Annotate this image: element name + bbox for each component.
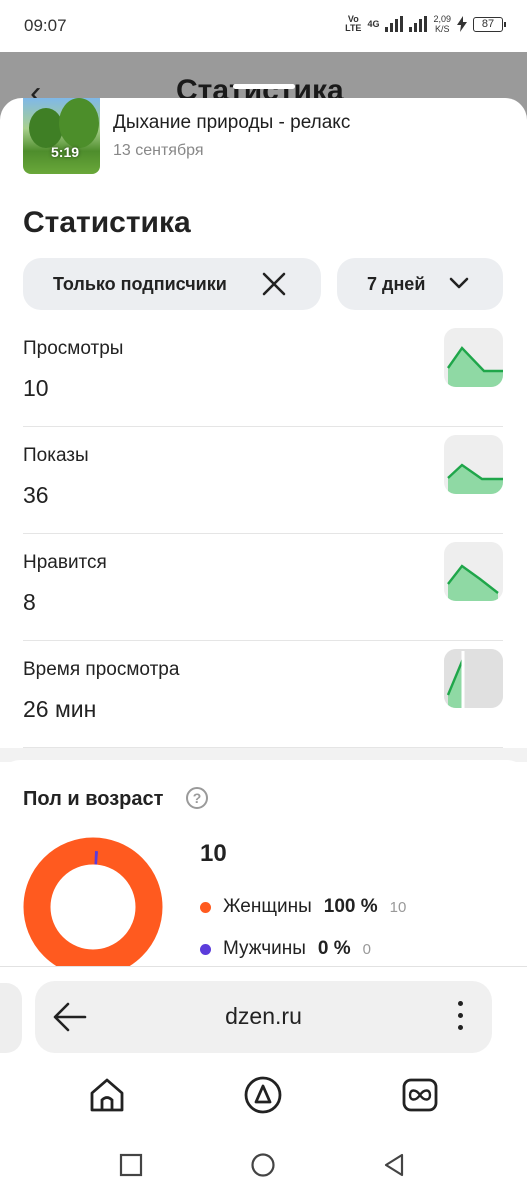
video-date: 13 сентября [113, 142, 204, 159]
statistics-title: Статистика [23, 206, 191, 239]
volte-indicator: Vo LTE [345, 14, 362, 33]
home-button-icon[interactable] [250, 1152, 276, 1178]
status-time: 09:07 [24, 16, 67, 35]
more-vertical-icon[interactable] [456, 1001, 464, 1033]
recent-apps-icon[interactable] [118, 1152, 144, 1178]
metric-impressions[interactable]: Показы 36 [23, 427, 503, 534]
video-info[interactable]: 5:19 Дыхание природы - релакс 13 сентябр… [23, 98, 350, 174]
impressions-sparkline-icon [444, 435, 503, 494]
address-bar[interactable]: dzen.ru [35, 981, 492, 1053]
alice-icon[interactable] [243, 1075, 283, 1115]
signal-icon [385, 16, 404, 32]
metric-label: Время просмотра [23, 659, 180, 680]
battery-icon: 87 [473, 16, 506, 32]
back-button-icon[interactable] [381, 1152, 407, 1178]
women-dot-icon [200, 901, 211, 913]
legend-men: Мужчины 0 % 0 [200, 938, 371, 960]
video-title: Дыхание природы - релакс [113, 112, 351, 133]
metric-likes[interactable]: Нравится 8 [23, 534, 503, 641]
gender-age-card: Пол и возраст ? 10 Женщины 100 % 10 Мужч… [0, 760, 527, 966]
help-icon[interactable]: ? [186, 787, 208, 809]
metric-value: 10 [23, 375, 49, 401]
gender-donut-chart [23, 837, 163, 966]
sheet-grabber[interactable] [233, 84, 295, 89]
gender-age-title: Пол и возраст [23, 788, 164, 810]
period-select-chip[interactable]: 7 дней [337, 258, 503, 310]
system-navigation [0, 1152, 527, 1182]
metric-label: Просмотры [23, 338, 124, 359]
status-icons: Vo LTE 4G 2,09 K/S 87 [345, 14, 506, 34]
watch-time-sparkline-icon [444, 649, 503, 708]
legend-percent: 0 % [317, 938, 351, 959]
legend-label: Женщины [223, 896, 312, 917]
statistics-sheet: 5:19 Дыхание природы - релакс 13 сентябр… [0, 98, 527, 966]
men-dot-icon [200, 943, 211, 955]
home-icon[interactable] [87, 1075, 127, 1115]
metric-label: Показы [23, 445, 89, 466]
views-sparkline-icon [444, 328, 503, 387]
metric-label: Нравится [23, 552, 107, 573]
url-text[interactable]: dzen.ru [35, 1003, 492, 1030]
metric-value: 36 [23, 482, 49, 508]
speed-indicator: 2,09 K/S [433, 14, 451, 34]
tabs-icon[interactable] [400, 1075, 440, 1115]
browser-bottom-bar: dzen.ru [0, 966, 527, 1200]
subscribers-filter-label: Только подписчики [53, 273, 227, 294]
signal-icon-2 [409, 16, 428, 32]
metric-value: 8 [23, 589, 36, 615]
subscribers-filter-chip[interactable]: Только подписчики [23, 258, 321, 310]
legend-women: Женщины 100 % 10 [200, 896, 406, 918]
video-duration: 5:19 [51, 144, 80, 160]
close-icon[interactable] [261, 271, 287, 297]
video-thumbnail[interactable]: 5:19 [23, 98, 100, 174]
legend-count: 0 [362, 940, 372, 958]
legend-count: 10 [389, 898, 407, 916]
previous-tab-card[interactable] [0, 983, 22, 1053]
status-bar: 09:07 Vo LTE 4G 2,09 K/S 87 [0, 0, 527, 52]
metric-views[interactable]: Просмотры 10 [23, 320, 503, 427]
legend-label: Мужчины [223, 938, 306, 959]
chevron-down-icon [449, 277, 469, 289]
network-gen-indicator: 4G [367, 18, 380, 29]
metric-value: 26 мин [23, 696, 97, 722]
metric-watch-time[interactable]: Время просмотра 26 мин [23, 641, 503, 748]
legend-percent: 100 % [323, 896, 378, 917]
period-label: 7 дней [367, 273, 426, 294]
bottom-navigation [0, 1075, 527, 1119]
charging-icon [457, 16, 467, 32]
likes-sparkline-icon [444, 542, 503, 601]
gender-total: 10 [200, 840, 227, 867]
